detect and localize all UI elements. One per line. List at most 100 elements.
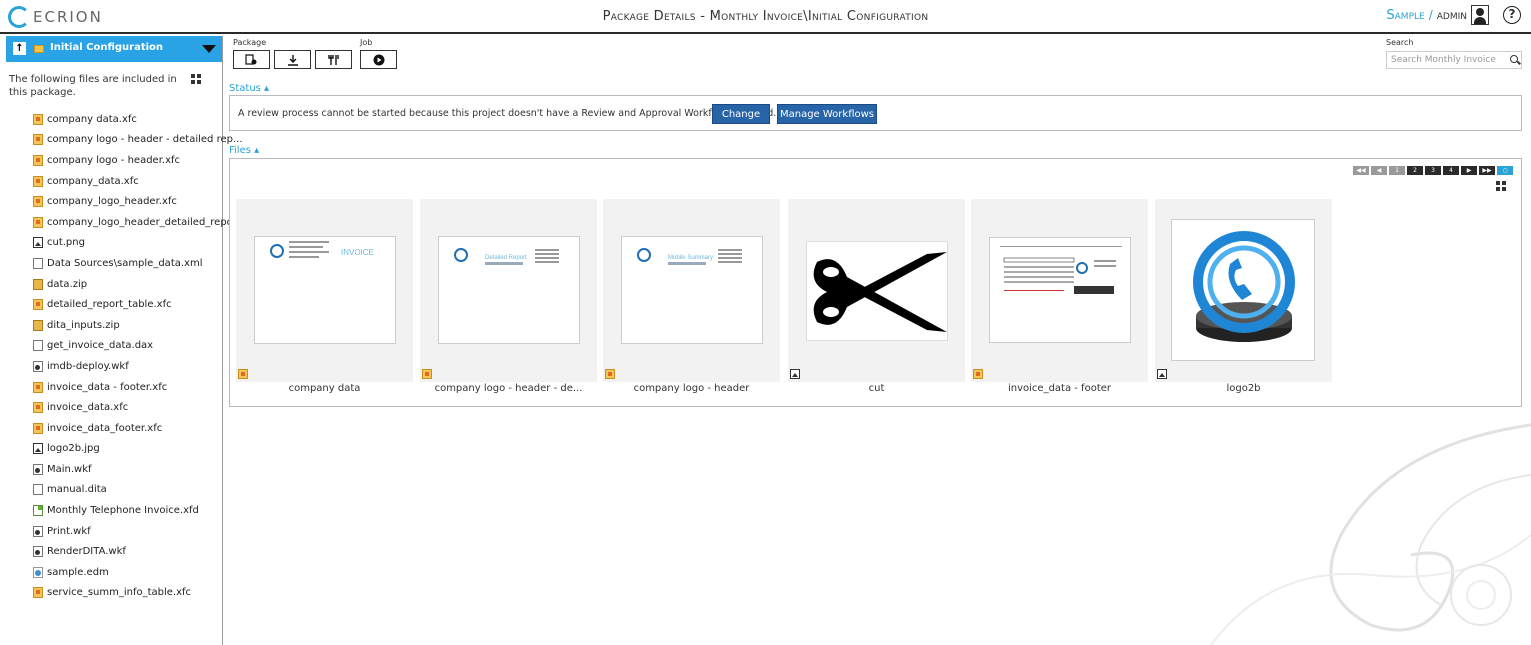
file-list-item[interactable]: RenderDITA.wkf xyxy=(33,541,246,562)
footer-preview xyxy=(1000,246,1122,294)
file-name: company_logo_header.xfc xyxy=(47,196,177,208)
file-list-item[interactable]: company_logo_header.xfc xyxy=(33,191,246,212)
file-name: invoice_data_footer.xfc xyxy=(47,422,163,434)
doc-file-icon xyxy=(33,484,43,496)
file-list-item[interactable]: Print.wkf xyxy=(33,521,246,542)
job-toolbar-label: Job xyxy=(360,38,373,47)
file-list-item[interactable]: Data Sources\sample_data.xml xyxy=(33,253,246,274)
file-list-item[interactable]: Monthly Telephone Invoice.xfd xyxy=(33,500,246,521)
file-name: get_invoice_data.dax xyxy=(47,340,154,352)
last-page-icon[interactable]: ▶▶ xyxy=(1479,166,1495,175)
tile-thumbnail xyxy=(1171,219,1315,361)
file-tile-logo2b[interactable] xyxy=(1155,199,1332,382)
xfc-file-icon xyxy=(33,113,43,125)
xfc-file-icon xyxy=(33,422,43,434)
file-name: imdb-deploy.wkf xyxy=(47,360,129,372)
file-list-item[interactable]: company_logo_header_detailed_repor... xyxy=(33,212,246,233)
file-list-item[interactable]: manual.dita xyxy=(33,480,246,501)
file-list-item[interactable]: cut.png xyxy=(33,233,246,254)
file-list-item[interactable]: company_data.xfc xyxy=(33,171,246,192)
xfc-file-icon xyxy=(33,216,43,228)
file-list-item[interactable]: service_summ_info_table.xfc xyxy=(33,583,246,604)
file-tile-cut[interactable] xyxy=(788,199,965,382)
user-name-link[interactable]: admin xyxy=(1437,8,1467,23)
workflow-file-icon xyxy=(33,360,43,372)
page-1[interactable]: 1 xyxy=(1389,166,1405,175)
xfc-file-icon xyxy=(33,381,43,393)
file-list-item[interactable]: company logo - header.xfc xyxy=(33,150,246,171)
org-link[interactable]: Sample xyxy=(1386,8,1424,23)
file-list-item[interactable]: get_invoice_data.dax xyxy=(33,336,246,357)
invoice-preview: INVOICE xyxy=(270,241,374,258)
doc-file-icon xyxy=(33,340,43,352)
file-name: invoice_data - footer.xfc xyxy=(47,381,168,393)
file-name: company_logo_header_detailed_repor... xyxy=(47,216,246,228)
file-list-item[interactable]: detailed_report_table.xfc xyxy=(33,294,246,315)
next-page-icon[interactable]: ▶ xyxy=(1461,166,1477,175)
page-2[interactable]: 2 xyxy=(1407,166,1423,175)
new-file-button[interactable] xyxy=(233,50,270,69)
manage-workflows-button[interactable]: Manage Workflows xyxy=(777,104,877,124)
file-list-item[interactable]: company data.xfc xyxy=(33,109,246,130)
tile-view-icon[interactable] xyxy=(1496,181,1506,191)
file-tile-logo-header-detailed[interactable]: Detailed Report xyxy=(420,199,597,382)
tools-icon xyxy=(327,54,339,65)
app-header: ECRION Package Details - Monthly Invoice… xyxy=(0,0,1531,34)
run-job-button[interactable] xyxy=(360,50,397,69)
up-arrow-icon[interactable]: ↑ xyxy=(13,42,26,55)
xfc-file-icon xyxy=(33,154,43,166)
chevron-down-icon[interactable] xyxy=(202,45,216,53)
image-file-icon xyxy=(790,369,800,379)
file-name: service_summ_info_table.xfc xyxy=(47,587,192,599)
package-toolbar-label: Package xyxy=(233,38,267,47)
status-section-label[interactable]: Status ▴ xyxy=(229,83,269,94)
search-input[interactable]: Search Monthly Invoice xyxy=(1386,51,1522,69)
search-icon[interactable] xyxy=(1510,55,1518,63)
xfc-file-icon xyxy=(238,369,248,379)
download-button[interactable] xyxy=(274,50,311,69)
user-separator: / xyxy=(1428,8,1433,22)
refresh-icon[interactable]: ○ xyxy=(1497,166,1513,175)
tile-thumbnail: Mobile Summary xyxy=(621,236,763,344)
help-icon[interactable]: ? xyxy=(1503,6,1521,24)
change-button[interactable]: Change xyxy=(712,104,770,124)
file-list-item[interactable]: logo2b.jpg xyxy=(33,439,246,460)
file-list-item[interactable]: invoice_data - footer.xfc xyxy=(33,377,246,398)
file-list-item[interactable]: invoice_data.xfc xyxy=(33,397,246,418)
file-tile-company-data[interactable]: INVOICE xyxy=(236,199,413,382)
tile-thumbnail: INVOICE xyxy=(254,236,396,344)
file-list-item[interactable]: invoice_data_footer.xfc xyxy=(33,418,246,439)
user-avatar-icon[interactable] xyxy=(1471,5,1489,25)
status-panel: A review process cannot be started becau… xyxy=(229,95,1522,131)
grid-view-icon[interactable] xyxy=(191,74,201,84)
xfc-file-icon xyxy=(33,299,43,311)
search-label: Search xyxy=(1386,38,1414,47)
tools-button[interactable] xyxy=(315,50,352,69)
tile-thumbnail xyxy=(989,237,1131,343)
sidebar-header[interactable]: ↑ Initial Configuration xyxy=(6,36,222,62)
sidebar: ↑ Initial Configuration The following fi… xyxy=(0,36,246,645)
file-tile-invoice-footer[interactable] xyxy=(971,199,1148,382)
workflow-file-icon xyxy=(33,525,43,537)
zip-file-icon xyxy=(33,278,43,290)
phone-logo-icon xyxy=(1193,231,1295,342)
workflow-file-icon xyxy=(33,546,43,558)
file-list-item[interactable]: data.zip xyxy=(33,274,246,295)
svg-text:Detailed Report: Detailed Report xyxy=(485,255,527,261)
status-message: A review process cannot be started becau… xyxy=(238,108,777,119)
page-4[interactable]: 4 xyxy=(1443,166,1459,175)
page-3[interactable]: 3 xyxy=(1425,166,1441,175)
first-page-icon[interactable]: ◀◀ xyxy=(1353,166,1369,175)
file-list-item[interactable]: Main.wkf xyxy=(33,459,246,480)
file-name: data.zip xyxy=(47,278,88,290)
file-list-item[interactable]: company logo - header - detailed rep... xyxy=(33,130,246,151)
prev-page-icon[interactable]: ◀ xyxy=(1371,166,1387,175)
folder-icon xyxy=(34,45,44,53)
file-list-item[interactable]: dita_inputs.zip xyxy=(33,315,246,336)
download-icon xyxy=(287,54,298,66)
file-tile-logo-header[interactable]: Mobile Summary xyxy=(603,199,780,382)
file-list-item[interactable]: imdb-deploy.wkf xyxy=(33,356,246,377)
file-list-item[interactable]: sample.edm xyxy=(33,562,246,583)
files-section-label[interactable]: Files ▴ xyxy=(229,145,259,156)
xfc-file-icon xyxy=(33,587,43,599)
